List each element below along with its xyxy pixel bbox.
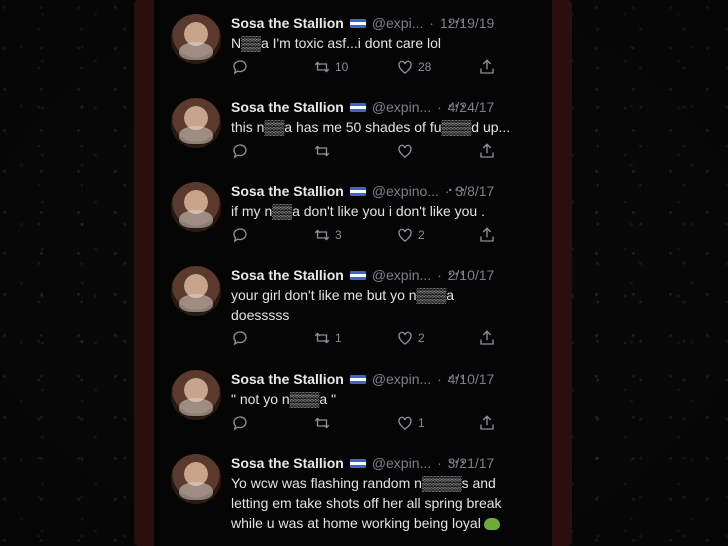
el-salvador-flag-icon bbox=[349, 374, 366, 384]
tweet-feed[interactable]: Sosa the Stallion @expi... · 12/19/19 ···… bbox=[154, 0, 552, 546]
more-icon[interactable]: ··· bbox=[448, 266, 467, 284]
retweet-button[interactable]: 3 bbox=[313, 226, 342, 244]
phone-case: Sosa the Stallion @expi... · 12/19/19 ···… bbox=[134, 0, 572, 546]
more-icon[interactable]: ··· bbox=[448, 98, 467, 116]
display-name[interactable]: Sosa the Stallion bbox=[231, 99, 344, 115]
reply-button[interactable] bbox=[231, 414, 253, 432]
handle[interactable]: @expi... bbox=[372, 15, 424, 31]
reply-button[interactable] bbox=[231, 329, 253, 347]
share-button[interactable] bbox=[478, 329, 496, 347]
share-icon bbox=[480, 330, 494, 345]
like-button[interactable]: 2 bbox=[396, 226, 425, 244]
like-count: 2 bbox=[418, 331, 425, 345]
tweet-text: N▒▒a I'm toxic asf...i dont care lol bbox=[231, 35, 442, 51]
display-name[interactable]: Sosa the Stallion bbox=[231, 267, 344, 283]
frog-icon bbox=[483, 518, 500, 531]
display-name[interactable]: Sosa the Stallion bbox=[231, 15, 344, 31]
retweet-icon bbox=[314, 61, 330, 73]
share-icon bbox=[480, 143, 494, 158]
separator-dot: · bbox=[437, 99, 442, 115]
tweet-text: if my n▒▒a don't like you i don't like y… bbox=[231, 203, 485, 219]
retweet-icon bbox=[314, 229, 330, 241]
like-button[interactable]: 1 bbox=[396, 414, 425, 432]
tweet-actions: 1 2 bbox=[231, 329, 521, 349]
reply-button[interactable] bbox=[231, 226, 253, 244]
avatar[interactable] bbox=[171, 98, 221, 148]
el-salvador-flag-icon bbox=[349, 458, 366, 468]
tweet-text: Yo wcw was flashing random n▒▒▒▒s and le… bbox=[231, 473, 551, 533]
handle[interactable]: @expin... bbox=[372, 371, 431, 387]
tweet-actions: 10 28 bbox=[231, 58, 521, 78]
avatar[interactable] bbox=[171, 14, 221, 64]
heart-icon bbox=[398, 60, 412, 74]
heart-icon bbox=[398, 144, 412, 158]
share-icon bbox=[480, 227, 494, 242]
el-salvador-flag-icon bbox=[349, 18, 366, 28]
reply-icon bbox=[233, 416, 247, 431]
avatar[interactable] bbox=[171, 182, 221, 232]
display-name[interactable]: Sosa the Stallion bbox=[231, 371, 344, 387]
reply-icon bbox=[233, 144, 247, 159]
share-button[interactable] bbox=[478, 414, 496, 432]
retweet-icon bbox=[314, 145, 330, 157]
tweet-actions: 3 2 bbox=[231, 226, 521, 246]
separator-dot: · bbox=[437, 371, 442, 387]
tweet-actions: 1 bbox=[231, 414, 521, 434]
el-salvador-flag-icon bbox=[349, 102, 366, 112]
like-count: 1 bbox=[418, 416, 425, 430]
reply-button[interactable] bbox=[231, 142, 253, 160]
handle[interactable]: @expin... bbox=[372, 267, 431, 283]
more-icon[interactable]: ··· bbox=[448, 14, 467, 32]
retweet-button[interactable] bbox=[313, 414, 335, 432]
tweet-text: your girl don't like me but yo n▒▒▒a doe… bbox=[231, 287, 455, 323]
separator-dot: · bbox=[437, 267, 442, 283]
avatar[interactable] bbox=[171, 370, 221, 420]
like-button[interactable]: 2 bbox=[396, 329, 425, 347]
heart-icon bbox=[398, 416, 412, 430]
reply-icon bbox=[233, 228, 247, 243]
handle[interactable]: @expin... bbox=[372, 455, 431, 471]
share-button[interactable] bbox=[478, 142, 496, 160]
share-button[interactable] bbox=[478, 226, 496, 244]
retweet-count: 1 bbox=[335, 331, 342, 345]
reply-icon bbox=[233, 331, 247, 346]
like-count: 28 bbox=[418, 60, 432, 74]
avatar[interactable] bbox=[171, 454, 221, 504]
tweet-text: " not yo n▒▒▒a " bbox=[231, 391, 337, 407]
retweet-icon bbox=[314, 417, 330, 429]
retweet-button[interactable]: 1 bbox=[313, 329, 342, 347]
heart-icon bbox=[398, 228, 412, 242]
display-name[interactable]: Sosa the Stallion bbox=[231, 455, 344, 471]
handle[interactable]: @expin... bbox=[372, 99, 431, 115]
tweet-actions bbox=[231, 142, 521, 162]
tweet-text: this n▒▒a has me 50 shades of fu▒▒▒d up.… bbox=[231, 119, 511, 135]
more-icon[interactable]: ··· bbox=[448, 370, 467, 388]
heart-icon bbox=[398, 331, 412, 345]
el-salvador-flag-icon bbox=[349, 186, 366, 196]
share-icon bbox=[480, 415, 494, 430]
reply-button[interactable] bbox=[231, 58, 253, 76]
more-icon[interactable]: ··· bbox=[448, 454, 467, 472]
retweet-button[interactable] bbox=[313, 142, 335, 160]
more-icon[interactable]: ··· bbox=[448, 182, 467, 200]
like-count: 2 bbox=[418, 228, 425, 242]
retweet-button[interactable]: 10 bbox=[313, 58, 348, 76]
like-button[interactable]: 28 bbox=[396, 58, 431, 76]
separator-dot: · bbox=[429, 15, 434, 31]
tweet-text-content: Yo wcw was flashing random n▒▒▒▒s and le… bbox=[231, 475, 502, 531]
retweet-icon bbox=[314, 332, 330, 344]
separator-dot: · bbox=[437, 455, 442, 471]
handle[interactable]: @expino... bbox=[372, 183, 439, 199]
share-icon bbox=[480, 59, 494, 74]
el-salvador-flag-icon bbox=[349, 270, 366, 280]
avatar[interactable] bbox=[171, 266, 221, 316]
reply-icon bbox=[233, 60, 247, 75]
like-button[interactable] bbox=[396, 142, 418, 160]
retweet-count: 3 bbox=[335, 228, 342, 242]
share-button[interactable] bbox=[478, 58, 496, 76]
display-name[interactable]: Sosa the Stallion bbox=[231, 183, 344, 199]
retweet-count: 10 bbox=[335, 60, 349, 74]
